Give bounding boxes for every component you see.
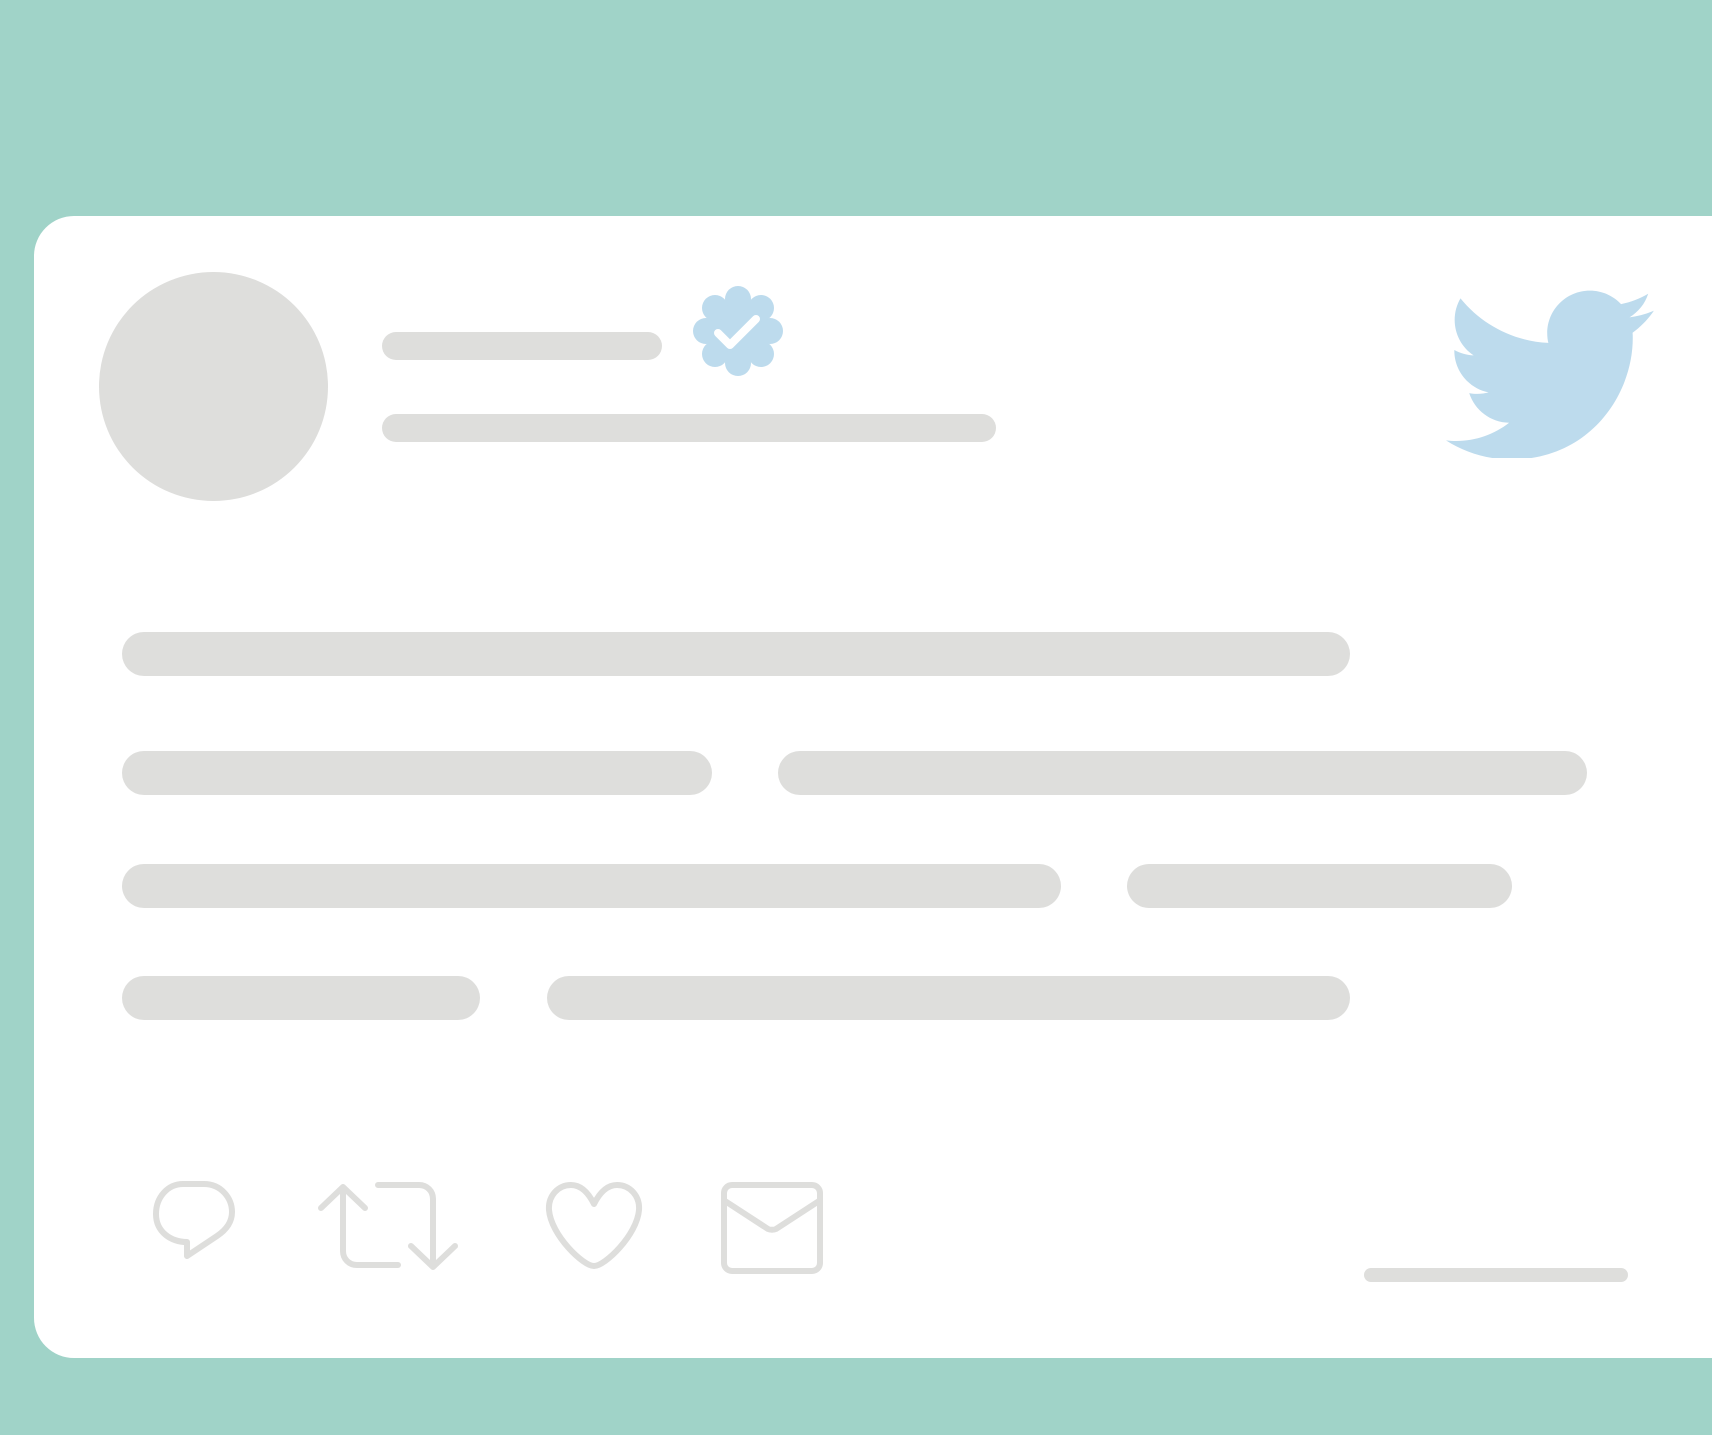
text-line-placeholder xyxy=(122,751,712,795)
text-line-placeholder xyxy=(122,976,480,1020)
reply-icon[interactable] xyxy=(146,1180,246,1276)
text-line-placeholder xyxy=(122,632,1350,676)
message-icon[interactable] xyxy=(719,1180,825,1276)
text-line-placeholder xyxy=(1127,864,1512,908)
timestamp-placeholder xyxy=(1364,1268,1628,1282)
text-line-placeholder xyxy=(122,864,1061,908)
retweet-icon[interactable] xyxy=(312,1178,464,1278)
verified-badge-icon xyxy=(693,286,783,376)
display-name-placeholder xyxy=(382,332,662,360)
text-line-placeholder xyxy=(778,751,1587,795)
text-line-placeholder xyxy=(547,976,1350,1020)
handle-placeholder xyxy=(382,414,996,442)
twitter-bird-icon[interactable] xyxy=(1446,288,1654,458)
like-icon[interactable] xyxy=(541,1180,649,1276)
avatar[interactable] xyxy=(99,272,328,501)
